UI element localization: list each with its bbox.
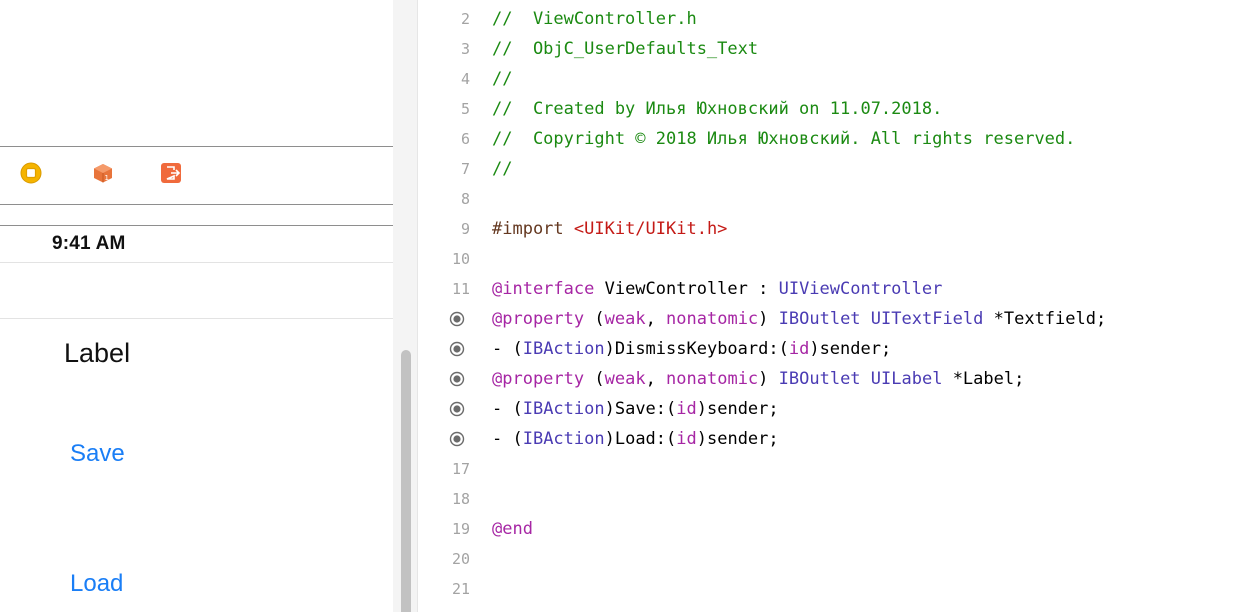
storyboard-canvas: 1 9:41 AM Label Save Load — [0, 0, 393, 612]
code-text: @property (weak, nonatomic) IBOutlet UIL… — [492, 364, 1024, 394]
code-token: )sender; — [809, 339, 892, 359]
code-token: ( — [584, 309, 605, 329]
code-token: weak — [604, 309, 646, 329]
outlet-connection-icon[interactable] — [449, 371, 465, 387]
code-text: // Copyright © 2018 Илья Юхновский. All … — [492, 124, 1075, 154]
outlet-connection-icon[interactable] — [449, 401, 465, 417]
code-editor[interactable]: 2 // ViewController.h 3 // ObjC_UserDefault… — [418, 0, 1256, 612]
code-token: )sender; — [696, 429, 779, 449]
view-controller-icon[interactable] — [20, 162, 42, 184]
code-token: UITextField — [870, 309, 984, 329]
outlet-connection-icon[interactable] — [449, 341, 465, 357]
label-view[interactable]: Label — [64, 338, 130, 369]
code-text: #import <UIKit/UIKit.h> — [492, 214, 727, 244]
code-text: @property (weak, nonatomic) IBOutlet UIT… — [492, 304, 1106, 334]
code-text: // — [492, 64, 512, 94]
line-number: 2 — [460, 10, 470, 28]
scene-dock-bottom-border — [0, 204, 393, 205]
code-token: IBOutlet — [778, 369, 861, 389]
line-number: 19 — [451, 520, 470, 538]
code-token: <UIKit/UIKit.h> — [573, 219, 728, 239]
code-token: @property — [492, 369, 585, 389]
code-text: @interface ViewController : UIViewContro… — [492, 274, 942, 304]
code-text: // ObjC_UserDefaults_Text — [492, 34, 758, 64]
scrollbar-thumb[interactable] — [401, 350, 411, 612]
exit-icon[interactable] — [160, 162, 182, 184]
line-number: 3 — [460, 40, 470, 58]
code-token: id — [788, 339, 810, 359]
code-token: ) — [758, 369, 779, 389]
code-text: // — [492, 154, 512, 184]
code-text: @end — [492, 514, 533, 544]
line-number: 4 — [460, 70, 470, 88]
code-token: - ( — [492, 429, 523, 449]
line-number: 17 — [451, 460, 470, 478]
code-token: - ( — [492, 339, 523, 359]
code-token: // ObjC_UserDefaults_Text — [492, 39, 759, 59]
code-token: IBAction — [522, 399, 605, 419]
status-bar-time: 9:41 AM — [52, 233, 126, 254]
code-token: nonatomic — [666, 309, 759, 329]
code-token: )sender; — [696, 399, 779, 419]
svg-text:1: 1 — [105, 174, 109, 182]
code-token: *Label; — [942, 369, 1025, 389]
code-text: - (IBAction)Save:(id)sender; — [492, 394, 779, 424]
code-token: // Created by Илья Юхновский on 11.07.20… — [492, 99, 943, 119]
line-number: 10 — [451, 250, 470, 268]
line-number: 18 — [451, 490, 470, 508]
status-bar-divider — [0, 262, 393, 263]
line-number: 8 — [460, 190, 470, 208]
code-token: )Save:( — [604, 399, 677, 419]
code-token: id — [676, 429, 697, 449]
code-token: // Copyright © 2018 Илья Юхновский. All … — [492, 129, 1076, 149]
line-number: 7 — [460, 160, 470, 178]
code-token: UIViewController — [778, 279, 943, 299]
code-text: - (IBAction)DismissKeyboard:(id)sender; — [492, 334, 891, 364]
outlet-connection-icon[interactable] — [449, 311, 465, 327]
code-token: )DismissKeyboard:( — [604, 339, 789, 359]
code-token: @interface — [492, 279, 595, 299]
code-token: , — [645, 309, 667, 329]
line-number: 20 — [451, 550, 470, 568]
code-token: , — [645, 369, 667, 389]
device-frame-top — [0, 225, 393, 226]
code-token: IBAction — [522, 429, 605, 449]
code-token: - ( — [492, 399, 523, 419]
code-text: - (IBAction)Load:(id)sender; — [492, 424, 779, 454]
code-token: ( — [584, 369, 605, 389]
code-token: ) — [758, 309, 779, 329]
first-responder-icon[interactable]: 1 — [92, 162, 114, 184]
code-token: *Textfield; — [983, 309, 1107, 329]
load-button[interactable]: Load — [70, 570, 123, 598]
code-token: @property — [492, 309, 585, 329]
line-number: 21 — [451, 580, 470, 598]
code-token: IBOutlet — [778, 309, 861, 329]
code-token: @end — [492, 519, 533, 539]
code-text: // Created by Илья Юхновский on 11.07.20… — [492, 94, 942, 124]
line-number: 5 — [460, 100, 470, 118]
code-token: // — [492, 69, 513, 89]
code-token: IBAction — [522, 339, 605, 359]
code-token: id — [676, 399, 697, 419]
code-token: // — [492, 159, 513, 179]
line-number: 6 — [460, 130, 470, 148]
scene-dock-top-border — [0, 146, 393, 147]
code-token: #import — [492, 219, 574, 239]
code-text: // ViewController.h — [492, 4, 697, 34]
code-token: nonatomic — [666, 369, 759, 389]
code-token: )Load:( — [604, 429, 677, 449]
line-number: 11 — [451, 280, 470, 298]
line-number: 9 — [460, 220, 470, 238]
code-token: ViewController : — [594, 279, 779, 299]
nav-bar-divider — [0, 318, 393, 319]
code-token: UILabel — [870, 369, 943, 389]
code-token: // ViewController.h — [492, 9, 697, 29]
outlet-connection-icon[interactable] — [449, 431, 465, 447]
code-token: weak — [604, 369, 646, 389]
save-button[interactable]: Save — [70, 440, 125, 468]
